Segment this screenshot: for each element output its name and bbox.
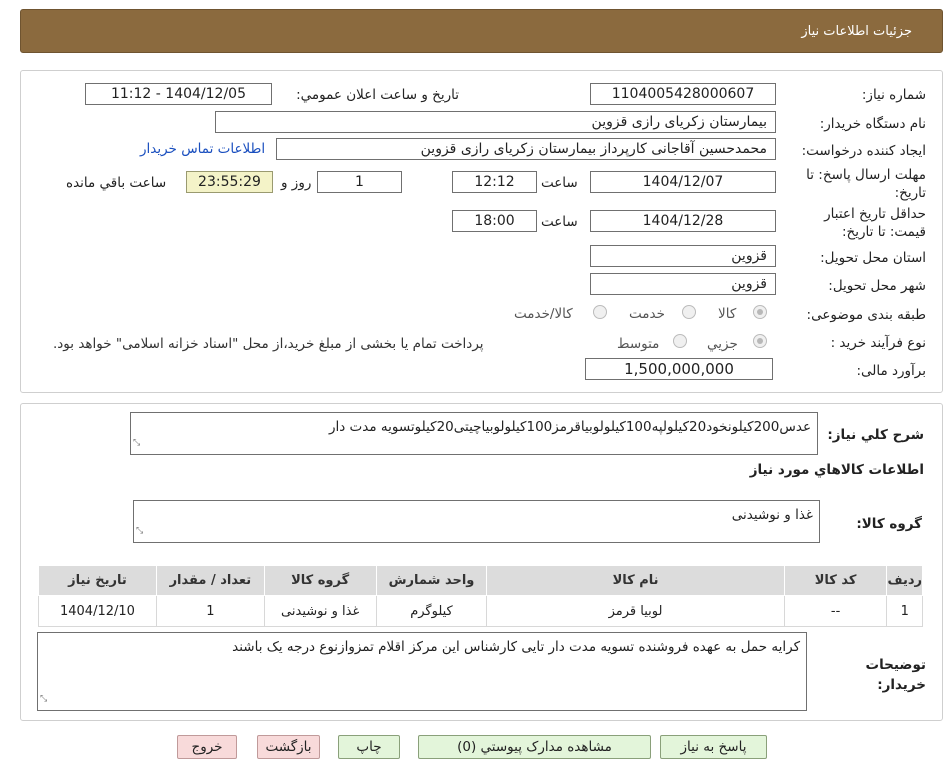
category-option-goods: کالا (718, 306, 737, 322)
cell-unit: کیلوگرم (375, 595, 488, 627)
reply-date-field: 1404/12/07 (590, 171, 776, 193)
resize-grip-icon[interactable]: ⤡ (133, 433, 140, 453)
page-title: جزئیات اطلاعات نیاز (801, 24, 912, 39)
requester-field: محمدحسین آقاجانی کارپرداز بیمارستان زکری… (276, 138, 776, 160)
remaining-time-field: 23:55:29 (186, 171, 273, 193)
buyer-notes-textarea[interactable]: کرایه حمل به عهده فروشنده تسویه مدت دار … (37, 632, 807, 711)
description-textarea[interactable]: عدس200کیلونخود20کیلولپه100کیلولوبیاقرمز1… (130, 412, 818, 455)
announce-date-label: تاریخ و ساعت اعلان عمومي: (296, 87, 459, 103)
reply-time-field: 12:12 (452, 171, 537, 193)
print-button[interactable]: چاپ (338, 735, 400, 759)
remaining-time-label: ساعت باقي مانده (66, 175, 167, 191)
province-label: استان محل تحويل: (820, 250, 926, 266)
back-button[interactable]: بازگشت (257, 735, 320, 759)
column-header-name: نام کالا (486, 565, 785, 596)
goods-section-title: اطلاعات کالاهاي مورد نياز (749, 462, 924, 478)
category-radio-service[interactable] (682, 305, 696, 319)
announce-date-field: 1404/12/05 - 11:12 (85, 83, 272, 105)
buyer-org-label: نام دستگاه خريدار: (819, 116, 926, 132)
page-header: جزئیات اطلاعات نیاز (20, 9, 943, 53)
goods-group-textarea[interactable]: غذا و نوشیدنی ⤡ (133, 500, 820, 543)
days-field: 1 (317, 171, 402, 193)
description-text: عدس200کیلونخود20کیلولپه100کیلولوبیاقرمز1… (328, 419, 811, 435)
cell-need-date: 1404/12/10 (38, 595, 157, 627)
process-radio-minor[interactable] (753, 334, 767, 348)
reply-deadline-label: مهلت ارسال پاسخ: تا تاریخ: (806, 167, 926, 201)
cell-quantity: 1 (155, 595, 265, 627)
process-type-label: نوع فرآيند خريد : (830, 335, 926, 351)
buyer-contact-link[interactable]: اطلاعات تماس خريدار (140, 141, 265, 157)
resize-grip-icon[interactable]: ⤡ (40, 689, 47, 709)
budget-label: برآورد مالی: (856, 363, 926, 379)
process-option-medium: متوسط (617, 336, 660, 352)
goods-table: رديف کد کالا نام کالا واحد شمارش گروه کا… (38, 565, 923, 627)
goods-group-label: گروه کالا: (856, 516, 922, 532)
need-number-label: شماره نیاز: (861, 87, 926, 103)
column-header-row: رديف (886, 565, 923, 596)
reply-time-label: ساعت (541, 175, 578, 191)
process-payment-note: پرداخت تمام یا بخشی از مبلغ خرید،از محل … (53, 336, 484, 352)
need-number-field: 1104005428000607 (590, 83, 776, 105)
column-header-quantity: تعداد / مقدار (155, 565, 265, 596)
view-attachments-button[interactable]: مشاهده مدارک پيوستي (0) (418, 735, 651, 759)
buyer-notes-text: کرایه حمل به عهده فروشنده تسویه مدت دار … (232, 639, 800, 655)
category-radio-goods-service[interactable] (593, 305, 607, 319)
description-label: شرح کلي نياز: (827, 427, 924, 443)
buyer-notes-label: توضيحات خريدار: (865, 657, 926, 693)
province-field: قزوین (590, 245, 776, 267)
table-row: 1 -- لوبیا قرمز کیلوگرم غذا و نوشیدنی 1 … (38, 595, 923, 627)
requester-label: ايجاد کننده درخواست: (801, 143, 926, 159)
city-label: شهر محل تحويل: (828, 278, 926, 294)
category-label: طبقه بندی موضوعی: (806, 307, 926, 323)
column-header-need-date: تاریخ نیاز (38, 565, 157, 596)
reply-button[interactable]: پاسخ به نياز (660, 735, 767, 759)
process-option-minor: جزيي (707, 336, 738, 352)
cell-group: غذا و نوشیدنی (263, 595, 377, 627)
cell-code: -- (783, 595, 888, 627)
validity-time-field: 18:00 (452, 210, 537, 232)
goods-table-header: رديف کد کالا نام کالا واحد شمارش گروه کا… (38, 565, 923, 596)
city-field: قزوین (590, 273, 776, 295)
buyer-org-field: بیمارستان زکریای رازی قزوین (215, 111, 776, 133)
budget-field: 1,500,000,000 (585, 358, 773, 380)
cell-name: لوبیا قرمز (486, 595, 785, 627)
category-option-goods-service: کالا/خدمت (514, 306, 573, 322)
cell-row: 1 (886, 595, 923, 627)
exit-button[interactable]: خروج (177, 735, 237, 759)
process-radio-medium[interactable] (673, 334, 687, 348)
category-option-service: خدمت (629, 306, 665, 322)
column-header-unit: واحد شمارش (375, 565, 488, 596)
category-radio-goods[interactable] (753, 305, 767, 319)
validity-label: حداقل تاريخ اعتبار قيمت: تا تاریخ: (824, 206, 926, 240)
validity-time-label: ساعت (541, 214, 578, 230)
days-label: روز و (281, 175, 312, 191)
validity-date-field: 1404/12/28 (590, 210, 776, 232)
column-header-code: کد کالا (783, 565, 888, 596)
goods-group-text: غذا و نوشیدنی (731, 507, 813, 523)
resize-grip-icon[interactable]: ⤡ (136, 521, 143, 541)
column-header-group: گروه کالا (263, 565, 377, 596)
